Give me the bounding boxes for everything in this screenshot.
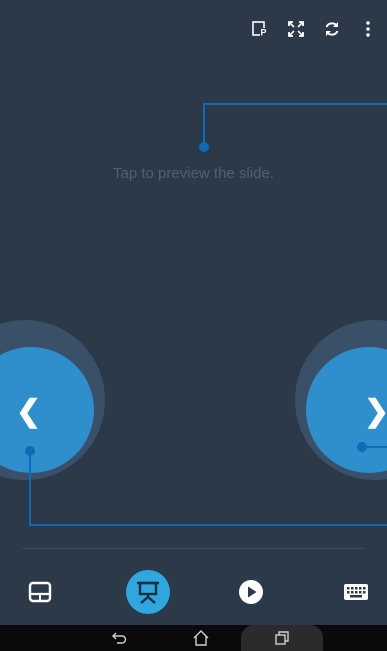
keyboard-icon — [344, 584, 368, 600]
more-vert-icon[interactable] — [359, 20, 377, 38]
hint-guide-dot — [199, 142, 209, 152]
keyboard-tab[interactable] — [334, 570, 378, 614]
recents-icon[interactable] — [272, 625, 292, 651]
svg-text:P: P — [261, 28, 267, 38]
fullscreen-icon[interactable] — [287, 20, 305, 38]
tab-divider — [22, 548, 364, 549]
chevron-left-icon: ❮ — [16, 395, 42, 428]
refresh-icon[interactable] — [323, 20, 341, 38]
system-nav-bar — [0, 625, 387, 651]
touchpad-icon — [28, 581, 52, 603]
hint-guide-vertical — [203, 103, 205, 147]
prev-guide-vertical — [29, 450, 31, 526]
prev-guide-horizontal — [29, 524, 387, 526]
remote-screen: P Tap to preview the slide. ❮ ❯ — [0, 0, 387, 651]
touchpad-tab[interactable] — [18, 570, 62, 614]
hint-guide-horizontal — [203, 103, 387, 105]
presentation-icon — [137, 581, 159, 604]
home-icon[interactable] — [188, 625, 214, 651]
chevron-right-icon: ❯ — [364, 395, 387, 428]
back-icon[interactable] — [108, 625, 130, 651]
preview-hint[interactable]: Tap to preview the slide. — [0, 165, 387, 182]
presentation-tab[interactable] — [126, 570, 170, 614]
next-guide-horizontal — [361, 446, 387, 448]
top-toolbar: P — [251, 20, 377, 38]
play-icon — [239, 580, 263, 604]
presenter-notes-icon[interactable]: P — [251, 20, 269, 38]
play-tab[interactable] — [229, 570, 273, 614]
